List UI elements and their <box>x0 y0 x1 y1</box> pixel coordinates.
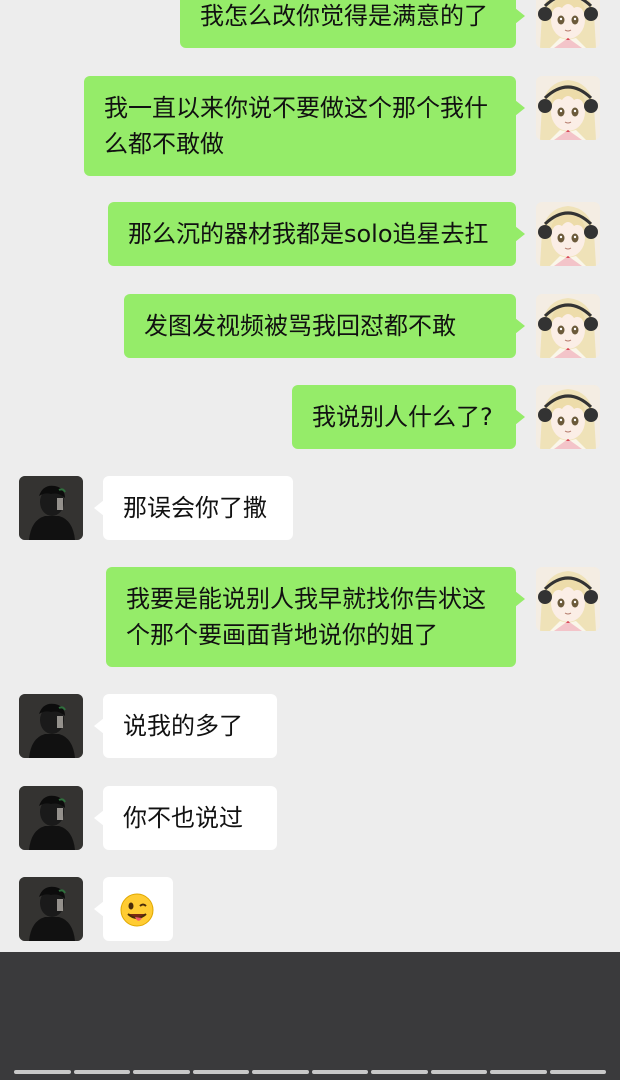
progress-segment <box>73 1070 130 1074</box>
message-text-line: 我一直以来你说不要做这个那个我什 <box>104 94 488 122</box>
story-progress-bar <box>14 1070 606 1075</box>
message-bubble[interactable]: 我怎么改你觉得是满意的了 <box>180 0 525 48</box>
message-text: 说我的多了 <box>123 712 243 740</box>
message-text: 我怎么改你觉得是满意的了 <box>200 2 488 30</box>
my-avatar-icon[interactable] <box>536 294 600 358</box>
message-bubble[interactable]: 发图发视频被骂我回怼都不敢 <box>124 294 525 358</box>
progress-segment <box>192 1070 249 1074</box>
message-bubble[interactable]: 那么沉的器材我都是solo追星去扛 <box>108 202 525 266</box>
their-avatar-icon[interactable] <box>19 476 83 540</box>
my-avatar-icon[interactable] <box>536 76 600 140</box>
message-text: 那误会你了撒 <box>123 494 267 522</box>
progress-segment <box>252 1070 309 1074</box>
message-bubble[interactable]: 那误会你了撒 <box>94 476 293 540</box>
my-avatar-icon[interactable] <box>536 567 600 631</box>
message-text: 我说别人什么了? <box>312 403 493 431</box>
progress-segment <box>549 1070 606 1074</box>
message-bubble[interactable]: 我一直以来你说不要做这个那个我什 么都不敢做 <box>84 76 525 176</box>
their-avatar-icon[interactable] <box>19 877 83 941</box>
my-avatar-icon[interactable] <box>536 385 600 449</box>
progress-segment <box>490 1070 547 1074</box>
progress-segment <box>371 1070 428 1074</box>
message-text: 发图发视频被骂我回怼都不敢 <box>144 312 456 340</box>
message-text-line: 么都不敢做 <box>104 130 224 158</box>
message-bubble[interactable]: 说我的多了 <box>94 694 277 758</box>
message-bubble[interactable] <box>94 877 173 941</box>
progress-segment <box>133 1070 190 1074</box>
bottom-panel <box>0 952 620 1080</box>
message-text: 那么沉的器材我都是solo追星去扛 <box>128 220 489 248</box>
message-bubble[interactable]: 我要是能说别人我早就找你告状这 个那个要画面背地说你的姐了 <box>106 567 525 667</box>
my-avatar-icon[interactable] <box>536 0 600 48</box>
progress-segment <box>430 1070 487 1074</box>
message-bubble[interactable]: 你不也说过 <box>94 786 277 850</box>
message-text: 你不也说过 <box>123 804 243 832</box>
their-avatar-icon[interactable] <box>19 694 83 758</box>
progress-segment <box>311 1070 368 1074</box>
message-text-line: 个那个要画面背地说你的姐了 <box>126 621 438 649</box>
my-avatar-icon[interactable] <box>536 202 600 266</box>
message-bubble[interactable]: 我说别人什么了? <box>292 385 525 449</box>
chat-area[interactable]: 我怎么改你觉得是满意的了 我一直以来你说不要做这个那个我什 么都不敢做 那么沉的… <box>0 0 620 952</box>
progress-segment <box>14 1070 71 1074</box>
message-text-line: 我要是能说别人我早就找你告状这 <box>126 585 486 613</box>
their-avatar-icon[interactable] <box>19 786 83 850</box>
winking-tongue-emoji-icon <box>119 892 155 928</box>
